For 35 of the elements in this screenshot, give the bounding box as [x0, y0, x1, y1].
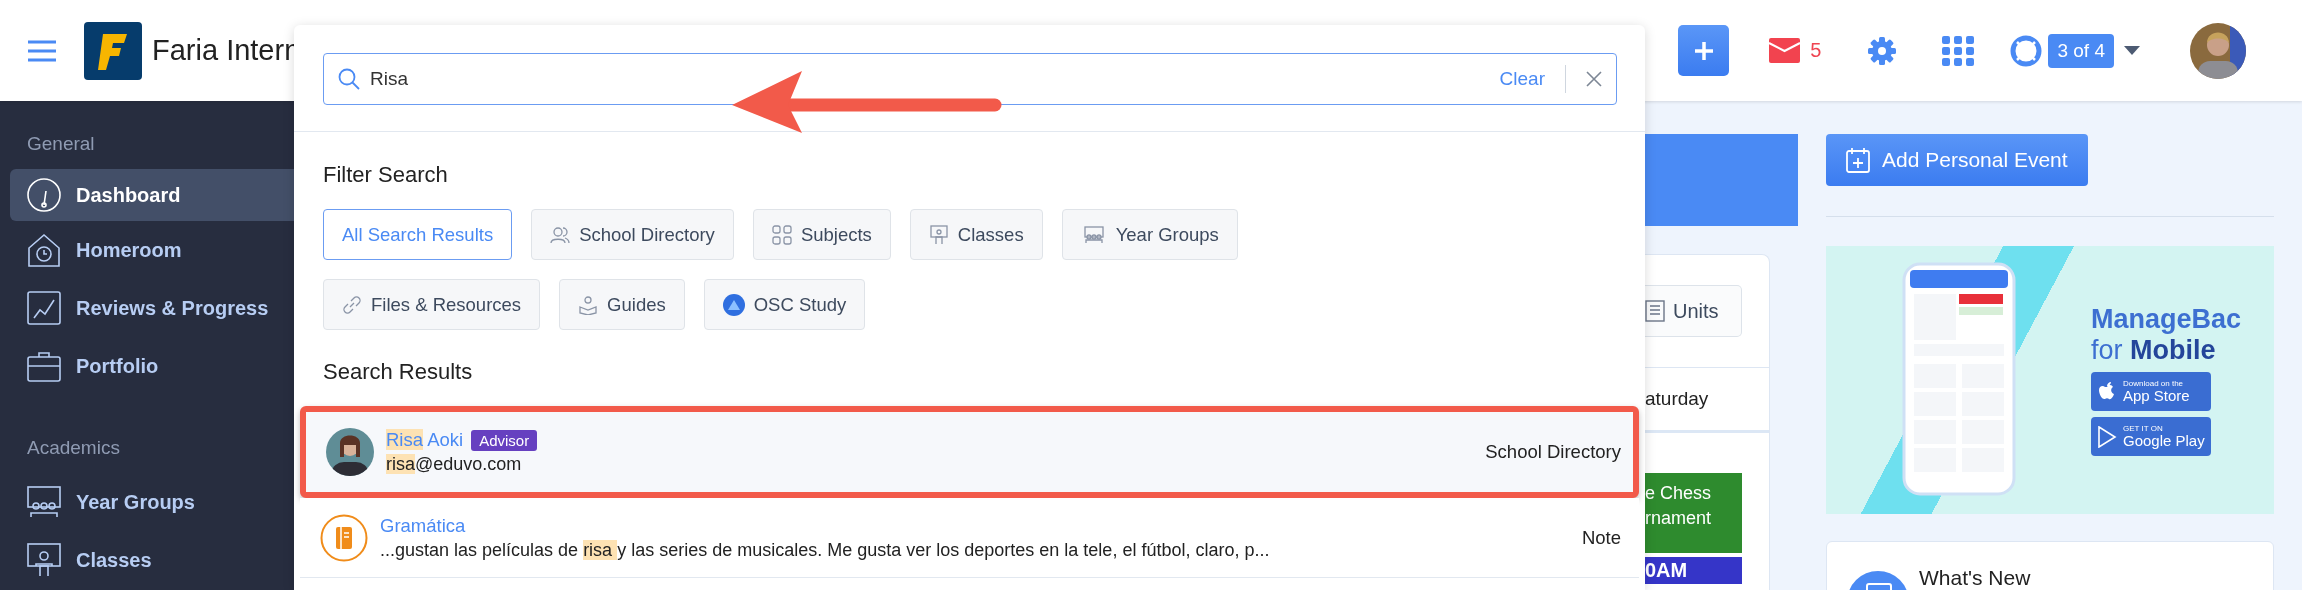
sidebar-item[interactable]: Homeroom [10, 221, 294, 279]
promo-banner[interactable]: ManageBac for Mobile Download on the App Store GET IT ON Google Play [1826, 246, 2274, 514]
search-result[interactable]: Risa Aoki Advisor risa@eduvo.com School Directory [300, 406, 1639, 498]
search-field[interactable]: Risa Clear [323, 53, 1617, 105]
news-title: What's New [1919, 566, 2031, 590]
app-store-button[interactable]: Download on the App Store [2091, 372, 2211, 411]
filter-chip[interactable]: Files & Resources [323, 279, 541, 330]
units-button[interactable]: Units [1645, 285, 1742, 337]
result-category: School Directory [1485, 441, 1621, 463]
role-badge: Advisor [471, 429, 538, 451]
promo-subtitle: for Mobile [2091, 335, 2217, 366]
result-detail: ...gustan las películas de risa y las series de musicales. Me gusta ver los deportes en la tele, el fútbol, claro, p... [380, 539, 1271, 561]
filter-chip[interactable]: School Directory [531, 209, 734, 260]
filter-chip[interactable]: OSC Study [703, 279, 866, 330]
filter-chip[interactable]: Guides [559, 279, 685, 330]
result-detail: risa@eduvo.com [386, 454, 523, 475]
section-title: General [26, 132, 96, 156]
event-title[interactable]: e Chess rnament [1645, 473, 1742, 554]
search-input[interactable]: Risa [368, 67, 1492, 91]
filter-chip[interactable]: Subjects [752, 209, 891, 260]
filter-chip[interactable]: Classes [909, 209, 1043, 260]
sidebar-item[interactable]: Year Groups [10, 473, 294, 531]
filter-chip[interactable]: Year Groups [1061, 209, 1238, 260]
mail-count: 5 [1810, 39, 1822, 62]
promo-title: ManageBac [2091, 304, 2242, 335]
sidebar-item[interactable]: Reviews & Progress [10, 279, 294, 337]
sidebar-item[interactable]: Classes [10, 531, 294, 589]
filter-heading: Filter Search [323, 161, 449, 189]
sidebar-item[interactable]: Dashboard [10, 169, 294, 221]
sidebar-item[interactable]: Portfolio [10, 337, 294, 395]
results-heading: Search Results [323, 358, 474, 386]
result-category: Note [1581, 526, 1622, 549]
event-time: 0AM [1645, 557, 1742, 585]
google-play-button[interactable]: GET IT ON Google Play [2091, 417, 2211, 456]
section-title: Academics [26, 436, 121, 460]
